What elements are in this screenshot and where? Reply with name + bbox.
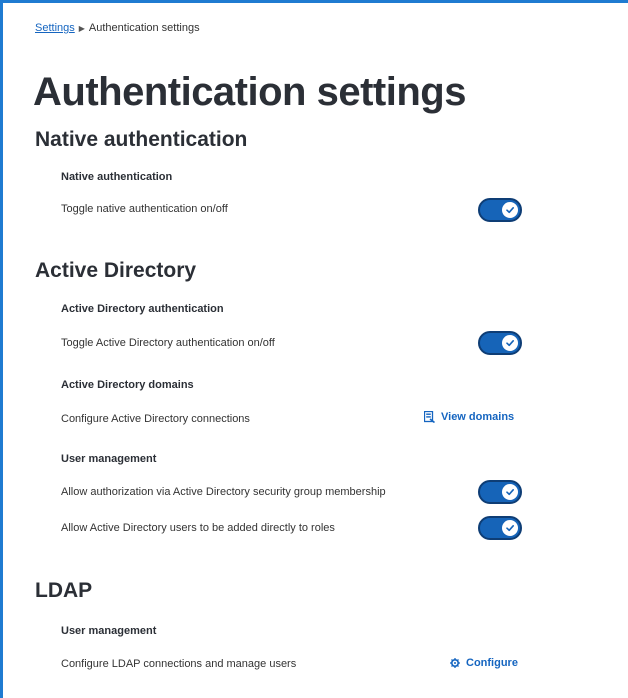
domain-list-icon bbox=[424, 411, 435, 423]
frame-top-border bbox=[0, 0, 628, 3]
breadcrumb-settings-link[interactable]: Settings bbox=[35, 22, 75, 34]
section-active-directory: Active Directory bbox=[35, 259, 197, 282]
group-membership-toggle[interactable] bbox=[478, 480, 522, 504]
group-membership-label: Allow authorization via Active Directory… bbox=[61, 486, 386, 498]
breadcrumb-separator-icon: ▶ bbox=[78, 24, 85, 33]
native-auth-toggle-label: Toggle native authentication on/off bbox=[61, 203, 228, 215]
ad-roles-label: Allow Active Directory users to be added… bbox=[61, 522, 335, 534]
ad-roles-toggle[interactable] bbox=[478, 516, 522, 540]
ldap-configure-button[interactable]: Configure bbox=[450, 657, 518, 669]
check-icon bbox=[502, 335, 518, 351]
check-icon bbox=[502, 484, 518, 500]
page-title: Authentication settings bbox=[33, 70, 466, 114]
ldap-configure-label: Configure LDAP connections and manage us… bbox=[61, 658, 297, 670]
check-icon bbox=[502, 520, 518, 536]
ldap-user-management-subtitle: User management bbox=[61, 625, 157, 637]
settings-page: Settings ▶ Authentication settings Authent… bbox=[0, 0, 628, 698]
frame-left-border bbox=[0, 0, 3, 698]
view-domains-button[interactable]: View domains bbox=[424, 411, 514, 423]
section-native-authentication: Native authentication bbox=[35, 128, 248, 151]
breadcrumb: Settings ▶ Authentication settings bbox=[35, 22, 200, 34]
ad-domains-label: Configure Active Directory connections bbox=[61, 413, 250, 425]
ad-domains-subtitle: Active Directory domains bbox=[61, 379, 194, 391]
configure-label: Configure bbox=[466, 657, 518, 669]
native-auth-toggle[interactable] bbox=[478, 198, 522, 222]
breadcrumb-current: Authentication settings bbox=[88, 22, 200, 34]
view-domains-label: View domains bbox=[441, 411, 515, 423]
gear-icon bbox=[450, 658, 460, 668]
section-ldap: LDAP bbox=[35, 579, 93, 602]
native-auth-subtitle: Native authentication bbox=[61, 171, 173, 183]
ad-auth-toggle-label: Toggle Active Directory authentication o… bbox=[61, 337, 275, 349]
ad-auth-subtitle: Active Directory authentication bbox=[61, 303, 224, 315]
ad-user-management-subtitle: User management bbox=[61, 453, 157, 465]
check-icon bbox=[502, 202, 518, 218]
ad-auth-toggle[interactable] bbox=[478, 331, 522, 355]
